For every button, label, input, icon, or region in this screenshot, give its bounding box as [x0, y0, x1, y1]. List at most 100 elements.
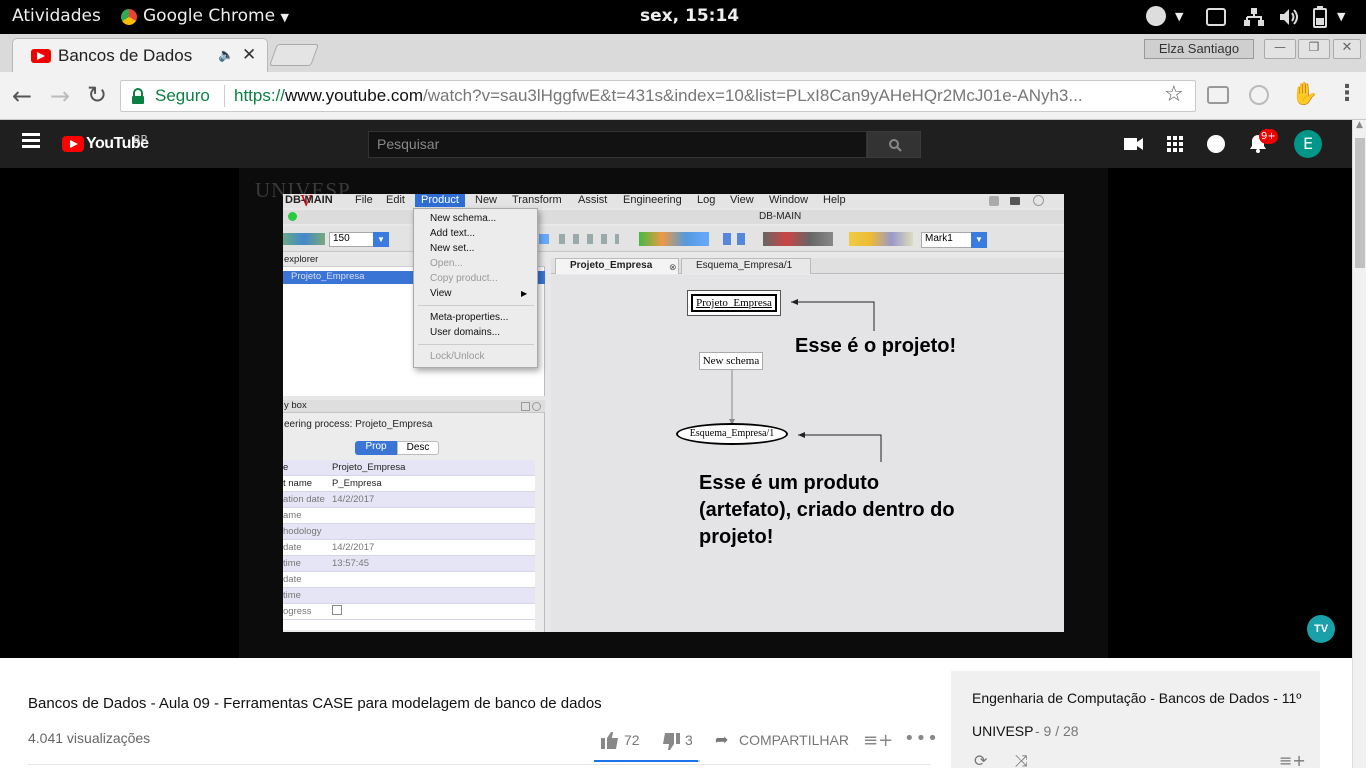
- region-label: BR: [133, 133, 149, 146]
- property-table: e Projeto_Empresa t name P_Empresa ation d…: [283, 460, 535, 630]
- url-text[interactable]: https://www.youtube.com/watch?v=sau3lHgg…: [234, 86, 1083, 106]
- menu-file: File: [355, 194, 373, 206]
- messages-icon[interactable]: [1207, 135, 1225, 153]
- upload-video-icon[interactable]: [1124, 136, 1144, 152]
- table-row: ogress: [283, 604, 535, 620]
- search-button[interactable]: [867, 131, 921, 158]
- hamburger-menu-icon[interactable]: [22, 133, 40, 136]
- shuffle-icon[interactable]: ⤨: [1015, 751, 1028, 771]
- tab-strip: Bancos de Dados 🔈 ✕ Elza Santiago — ❐ ✕: [0, 34, 1366, 72]
- share-button[interactable]: COMPARTILHAR: [739, 732, 849, 748]
- view-count: 4.041 visualizações: [28, 730, 151, 746]
- thumbs-up-icon[interactable]: [601, 732, 619, 749]
- loop-icon[interactable]: ⟳: [974, 751, 987, 770]
- share-icon[interactable]: ➦: [715, 730, 728, 749]
- secure-label: Seguro: [155, 86, 210, 105]
- profile-button[interactable]: Elza Santiago: [1144, 39, 1254, 59]
- reload-icon[interactable]: ↻: [87, 81, 107, 109]
- menu-product: Product: [415, 194, 465, 207]
- table-row: ation date 14/2/2017: [283, 492, 535, 508]
- playlist-panel[interactable]: Engenharia de Computação - Bancos de Dad…: [951, 671, 1320, 771]
- window-title: DB-MAIN: [759, 211, 802, 222]
- engineering-process-label: eering process: Projeto_Empresa: [284, 419, 433, 430]
- notification-badge: 9+: [1259, 129, 1278, 144]
- prop-key: date: [283, 542, 302, 553]
- menu-item-meta-properties: Meta-properties...: [430, 312, 509, 323]
- menu-item-view: View: [430, 288, 452, 299]
- menu-new: New: [475, 194, 498, 206]
- playlist-title[interactable]: Engenharia de Computação - Bancos de Dad…: [972, 690, 1301, 706]
- more-actions-icon[interactable]: •••: [904, 728, 939, 749]
- chrome-app-icon: [121, 9, 137, 25]
- youtube-header: YouTube BR Pesquisar 9+ E: [0, 120, 1352, 168]
- sentiment-bar-rest: [698, 760, 700, 762]
- audio-playing-icon[interactable]: 🔈: [218, 48, 234, 63]
- prop-key: hodology: [283, 526, 322, 537]
- playlist-save-icon[interactable]: ≡+: [1279, 751, 1306, 770]
- menu-item-copy-product: Copy product...: [430, 273, 498, 284]
- back-arrow-icon[interactable]: ←: [12, 82, 32, 110]
- avatar[interactable]: E: [1294, 130, 1322, 158]
- address-bar[interactable]: Seguro https://www.youtube.com/watch?v=s…: [120, 80, 1196, 112]
- table-row: hodology: [283, 524, 535, 540]
- clock[interactable]: sex, 15:14: [640, 6, 739, 26]
- menu-transform: Transform: [512, 194, 562, 206]
- menu-item-add-text: Add text...: [430, 228, 476, 239]
- prop-key: date: [283, 574, 302, 585]
- watch-info: Bancos de Dados - Aula 09 - Ferramentas …: [0, 658, 1352, 771]
- univesp-logo-mark: V: [300, 194, 313, 210]
- extension-icon[interactable]: [1249, 85, 1269, 105]
- menu-divider: [418, 305, 534, 306]
- like-count[interactable]: 72: [624, 732, 640, 748]
- explorer-title: explorer: [284, 254, 319, 265]
- table-row: time 13:57:45: [283, 556, 535, 572]
- menu-log: Log: [697, 194, 716, 206]
- browser-tab[interactable]: Bancos de Dados 🔈 ✕: [12, 38, 268, 72]
- playlist-channel[interactable]: UNIVESP: [972, 723, 1033, 739]
- extension-icon[interactable]: [1207, 86, 1229, 104]
- keyboard-icon[interactable]: [1206, 8, 1226, 26]
- restore-icon: [521, 402, 530, 411]
- minimize-window-button[interactable]: —: [1264, 39, 1296, 59]
- battery-icon[interactable]: [1312, 6, 1328, 28]
- apps-grid-icon[interactable]: [1167, 136, 1183, 152]
- gnome-extension-icon[interactable]: ✋: [1291, 82, 1318, 107]
- scrollbar-thumb[interactable]: [1355, 138, 1365, 268]
- close-tab-icon[interactable]: ✕: [242, 45, 256, 65]
- restore-window-button[interactable]: ❐: [1298, 39, 1330, 59]
- toolbar-icons: [559, 234, 619, 244]
- search-input[interactable]: Pesquisar: [368, 131, 867, 158]
- prop-value: 13:57:45: [332, 558, 369, 569]
- playlist-position: - 9 / 28: [1035, 723, 1079, 739]
- menu-item-open: Open...: [430, 258, 463, 269]
- prop-key: e: [283, 462, 289, 473]
- page-scrollbar[interactable]: ▲: [1352, 120, 1366, 768]
- submenu-arrow-icon: ▶: [521, 289, 528, 298]
- process-node: New schema: [699, 352, 763, 370]
- activities-button[interactable]: Atividades: [12, 6, 101, 26]
- document-tab-label: Projeto_Empresa: [570, 260, 653, 271]
- add-to-playlist-icon[interactable]: ≡+: [863, 730, 893, 751]
- close-window-button[interactable]: ✕: [1333, 39, 1361, 59]
- thumbs-down-icon[interactable]: [662, 733, 680, 750]
- dislike-count[interactable]: 3: [685, 732, 693, 748]
- diagram-canvas: Projeto_Empresa New schema Esquema_Empre…: [551, 275, 1064, 632]
- table-row: date 14/2/2017: [283, 540, 535, 556]
- menu-item-lock-unlock: Lock/Unlock: [430, 351, 485, 362]
- prop-key: ogress: [283, 606, 312, 617]
- callout-product-line3: projeto!: [699, 526, 774, 548]
- accessibility-icon[interactable]: [1146, 6, 1166, 26]
- window-zoom-dot: [288, 212, 297, 221]
- scroll-up-icon[interactable]: ▲: [1356, 120, 1363, 130]
- volume-icon[interactable]: [1278, 7, 1300, 27]
- gear-icon: [989, 196, 999, 206]
- chrome-menu-icon[interactable]: ⋮: [1336, 81, 1358, 106]
- menu-engineering: Engineering: [623, 194, 682, 206]
- app-menu[interactable]: Google Chrome ▼: [143, 6, 289, 26]
- bookmark-star-icon[interactable]: ☆: [1164, 82, 1184, 107]
- univesp-tv-logo: TV: [1307, 615, 1335, 643]
- network-icon[interactable]: [1243, 7, 1265, 27]
- diagram-arrows: [729, 299, 882, 462]
- forward-arrow-icon[interactable]: →: [50, 82, 70, 110]
- new-tab-button[interactable]: [268, 44, 320, 66]
